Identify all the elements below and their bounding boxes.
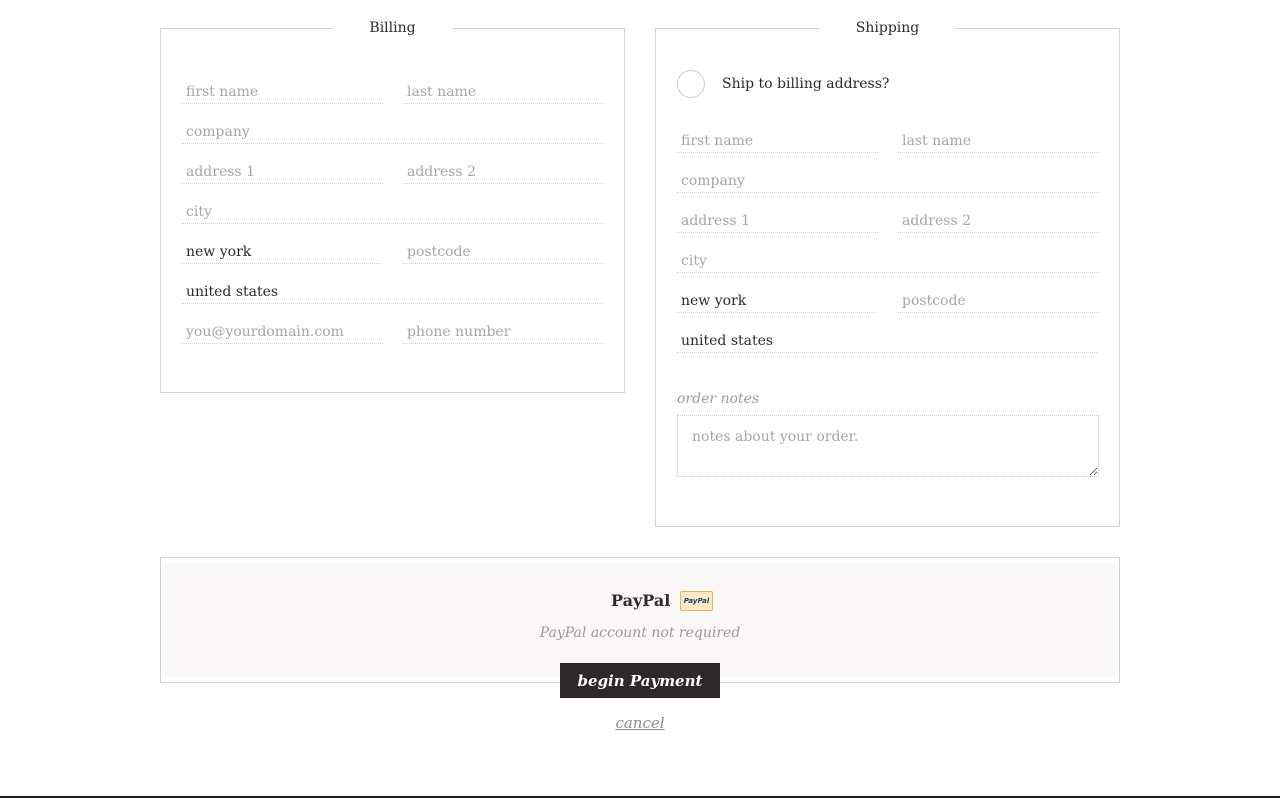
billing-postcode-field[interactable]: [403, 240, 604, 264]
payment-box-inner: [165, 562, 1115, 678]
begin-payment-button[interactable]: begin Payment: [560, 663, 720, 698]
shipping-city-field[interactable]: [677, 249, 1099, 273]
billing-phone-field[interactable]: [403, 320, 604, 344]
ship-to-billing-checkbox[interactable]: [677, 70, 705, 98]
order-notes-label: order notes: [677, 391, 760, 407]
order-notes-textarea[interactable]: [677, 415, 1099, 477]
shipping-first-name-field[interactable]: [677, 129, 878, 153]
shipping-last-name-field[interactable]: [898, 129, 1099, 153]
shipping-company-field[interactable]: [677, 169, 1099, 193]
shipping-postcode-field[interactable]: [898, 289, 1099, 313]
billing-legend: Billing: [333, 20, 452, 36]
billing-email-field[interactable]: [182, 320, 383, 344]
shipping-address2-field[interactable]: [898, 209, 1099, 233]
billing-panel: Billing: [160, 20, 625, 393]
billing-company-field[interactable]: [182, 120, 604, 144]
shipping-address1-field[interactable]: [677, 209, 878, 233]
ship-to-billing-label[interactable]: Ship to billing address?: [722, 76, 889, 92]
paypal-note: PayPal account not required: [539, 625, 741, 641]
payment-method-title: PayPal: [611, 591, 671, 610]
shipping-state-select[interactable]: [677, 289, 876, 313]
shipping-panel: Shipping Ship to billing address? order …: [655, 20, 1120, 527]
paypal-logo-icon: PayPal: [680, 591, 713, 611]
billing-last-name-field[interactable]: [403, 80, 604, 104]
cancel-link: cancel: [0, 714, 1280, 732]
billing-city-field[interactable]: [182, 200, 604, 224]
shipping-legend: Shipping: [819, 20, 956, 36]
shipping-country-select[interactable]: [677, 329, 1097, 353]
billing-first-name-field[interactable]: [182, 80, 383, 104]
billing-country-select[interactable]: [182, 280, 602, 304]
billing-address2-field[interactable]: [403, 160, 604, 184]
billing-state-select[interactable]: [182, 240, 381, 264]
cancel-link-text[interactable]: cancel: [615, 714, 664, 732]
billing-address1-field[interactable]: [182, 160, 383, 184]
